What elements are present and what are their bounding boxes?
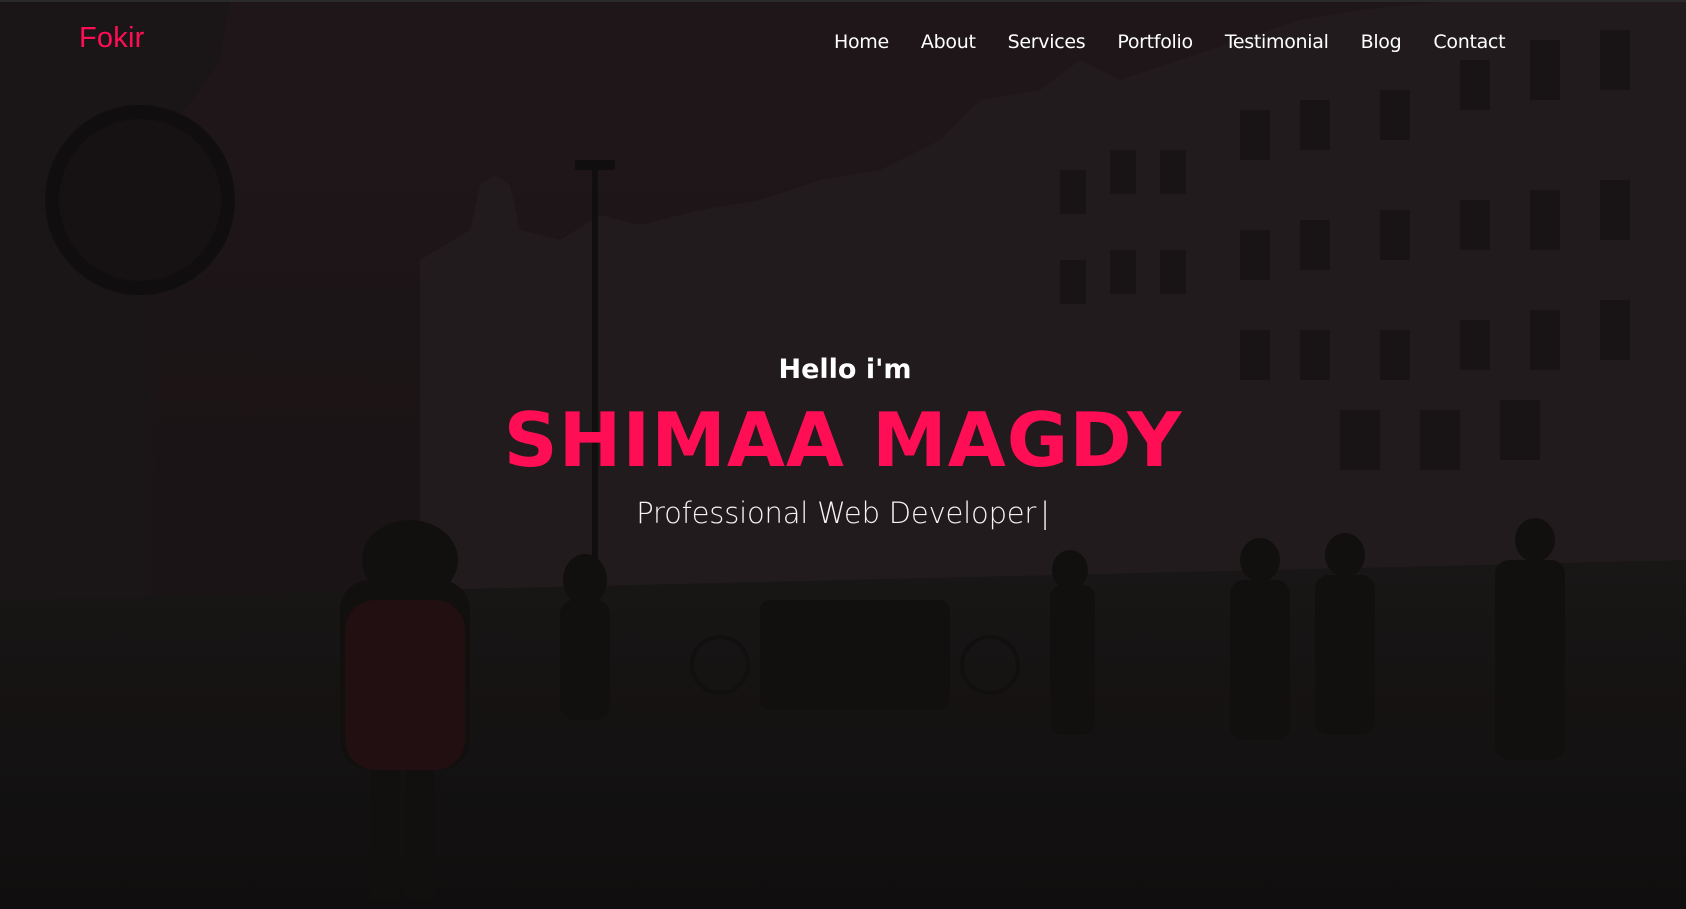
hero-greeting: Hello i'm [778, 354, 912, 385]
typing-cursor: | [1040, 496, 1050, 530]
nav-link-about[interactable]: About [921, 29, 976, 55]
nav-item-blog: Blog [1361, 29, 1434, 55]
nav-link-contact[interactable]: Contact [1433, 29, 1505, 55]
nav-link-portfolio[interactable]: Portfolio [1117, 29, 1193, 55]
nav-link-testimonial[interactable]: Testimonial [1225, 29, 1329, 55]
hero-role: Professional Web Developer [636, 496, 1037, 530]
hero-name: SHIMAA MAGDY [503, 396, 1183, 484]
hero-role-line: Professional Web Developer | [0, 493, 1686, 533]
nav-item-testimonial: Testimonial [1225, 29, 1361, 55]
nav-link-home[interactable]: Home [834, 29, 889, 55]
hero-content: Hello i'm SHIMAA MAGDY Professional Web … [0, 350, 1686, 533]
nav-item-contact: Contact [1433, 29, 1505, 55]
brand-logo[interactable]: Fokir [79, 22, 144, 55]
nav-item-about: About [921, 29, 1008, 55]
nav-link-blog[interactable]: Blog [1361, 29, 1402, 55]
nav-item-portfolio: Portfolio [1117, 29, 1224, 55]
hero-section: Fokir Home About Services Portfolio Test… [0, 0, 1686, 909]
top-border [0, 0, 1686, 2]
nav-link-services[interactable]: Services [1008, 29, 1086, 55]
nav-item-home: Home [834, 29, 921, 55]
nav-menu: Home About Services Portfolio Testimonia… [834, 29, 1506, 55]
nav-item-services: Services [1008, 29, 1118, 55]
